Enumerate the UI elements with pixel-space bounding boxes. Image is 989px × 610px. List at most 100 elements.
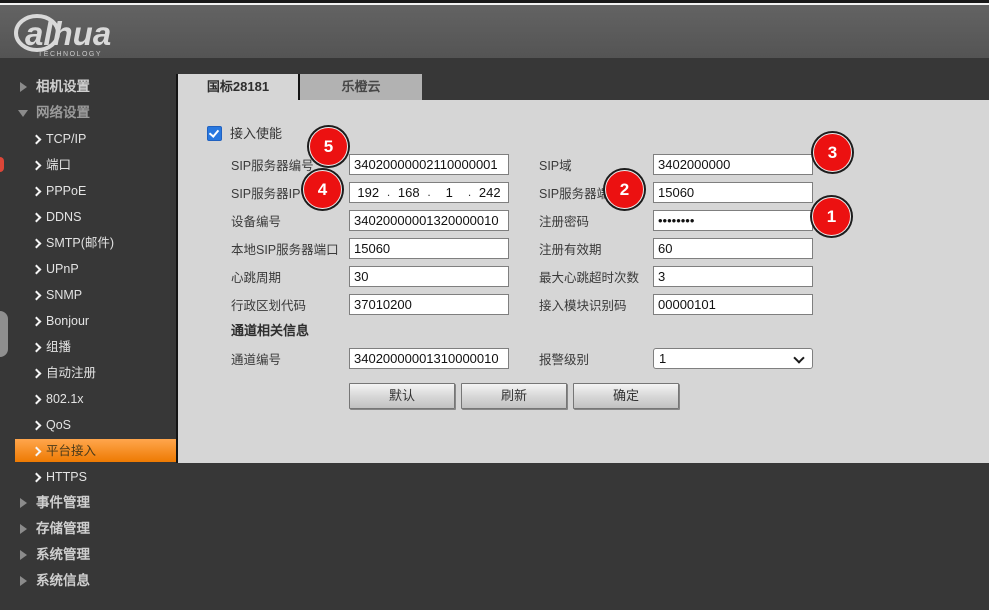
triangle-right-icon: [20, 498, 27, 508]
enable-checkbox[interactable]: [207, 126, 222, 141]
enable-label: 接入使能: [230, 126, 282, 141]
sidebar-item-bonjour[interactable]: Bonjour: [0, 308, 176, 334]
triangle-right-icon: [20, 82, 27, 92]
sip-domain-input[interactable]: [653, 154, 813, 175]
channel-row-grid: 通道编号 报警级别 1: [231, 344, 813, 372]
sidebar-group-label: 系统信息: [36, 568, 90, 594]
chevron-right-icon: [32, 291, 42, 301]
sidebar-group-label: 事件管理: [36, 490, 90, 516]
confirm-button[interactable]: 确定: [573, 383, 679, 409]
device-id-input[interactable]: [349, 210, 509, 231]
sip-server-ip-input[interactable]: 192 . 168 . 1 . 242: [349, 182, 509, 203]
default-button[interactable]: 默认: [349, 383, 455, 409]
annotation-circle-2: 2: [605, 170, 644, 209]
sidebar-group-event[interactable]: 事件管理: [0, 490, 176, 516]
field-label-device-id: 设备编号: [231, 211, 349, 230]
triangle-right-icon: [20, 550, 27, 560]
sidebar-item-label: 平台接入: [46, 438, 96, 464]
sidebar-group-sysinfo[interactable]: 系统信息: [0, 568, 176, 594]
annotation-circle-1: 1: [812, 197, 851, 236]
sidebar-group-network[interactable]: 网络设置: [0, 100, 176, 126]
sidebar-group-label: 网络设置: [36, 100, 90, 126]
ip-octet-2[interactable]: 168: [391, 185, 428, 200]
chevron-right-icon: [32, 317, 42, 327]
register-password-input[interactable]: [653, 210, 813, 231]
sidebar-item-label: SMTP(邮件): [46, 230, 114, 256]
ip-octet-4[interactable]: 242: [472, 185, 509, 200]
chevron-right-icon: [32, 265, 42, 275]
sidebar-item-port[interactable]: 端口: [0, 152, 176, 178]
dahua-config-page: alhua TECHNOLOGY 相机设置 网络设置 TCP/IP 端口 PPP…: [0, 0, 989, 610]
chevron-right-icon: [32, 473, 42, 483]
annotation-circle-5: 5: [309, 127, 348, 166]
chevron-down-icon: [793, 352, 804, 363]
header-bar: alhua TECHNOLOGY: [0, 5, 989, 58]
sidebar-item-https[interactable]: HTTPS: [0, 464, 176, 490]
chevron-right-icon: [32, 213, 42, 223]
sidebar-group-label: 系统管理: [36, 542, 90, 568]
logo-sub-text: TECHNOLOGY: [38, 51, 102, 58]
sidebar-item-autoregister[interactable]: 自动注册: [0, 360, 176, 386]
triangle-right-icon: [20, 524, 27, 534]
chevron-right-icon: [32, 395, 42, 405]
sidebar-item-label: UPnP: [46, 256, 79, 282]
logo-brand-text: alhua: [25, 15, 111, 52]
dahua-logo: alhua TECHNOLOGY: [12, 11, 172, 64]
sidebar-item-label: PPPoE: [46, 178, 86, 204]
refresh-button[interactable]: 刷新: [461, 383, 567, 409]
chevron-right-icon: [32, 369, 42, 379]
ip-octet-1[interactable]: 192: [350, 185, 387, 200]
field-label-heartbeat-period: 心跳周期: [231, 267, 349, 286]
sidebar-item-upnp[interactable]: UPnP: [0, 256, 176, 282]
local-sip-port-input[interactable]: [349, 238, 509, 259]
sidebar-item-pppoe[interactable]: PPPoE: [0, 178, 176, 204]
access-module-id-input[interactable]: [653, 294, 813, 315]
sidebar-group-label: 相机设置: [36, 74, 90, 100]
sidebar-item-label: 组播: [46, 334, 71, 360]
tab-lechange[interactable]: 乐橙云: [298, 74, 422, 100]
sidebar-item-ddns[interactable]: DDNS: [0, 204, 176, 230]
sidebar-group-system[interactable]: 系统管理: [0, 542, 176, 568]
field-label-max-heartbeat-timeout: 最大心跳超时次数: [539, 267, 653, 286]
max-heartbeat-timeout-input[interactable]: [653, 266, 813, 287]
sidebar-item-qos[interactable]: QoS: [0, 412, 176, 438]
sidebar-item-label: TCP/IP: [46, 126, 86, 152]
sidebar-menu: 相机设置 网络设置 TCP/IP 端口 PPPoE DDNS SMTP(邮件): [0, 74, 176, 594]
ip-octet-3[interactable]: 1: [431, 185, 468, 200]
alarm-level-value: 1: [659, 351, 666, 366]
field-label-admin-region-code: 行政区划代码: [231, 295, 349, 314]
sip-server-id-input[interactable]: [349, 154, 509, 175]
chevron-right-icon: [32, 161, 42, 171]
sidebar-item-label: DDNS: [46, 204, 81, 230]
chevron-right-icon: [32, 343, 42, 353]
sidebar-item-tcpip[interactable]: TCP/IP: [0, 126, 176, 152]
sidebar-item-smtp[interactable]: SMTP(邮件): [0, 230, 176, 256]
heartbeat-period-input[interactable]: [349, 266, 509, 287]
sidebar-item-label: 自动注册: [46, 360, 96, 386]
sidebar-item-label: 端口: [46, 152, 71, 178]
button-row: 默认 刷新 确定: [349, 383, 679, 409]
annotation-circle-4: 4: [303, 170, 342, 209]
sidebar-item-platform-access[interactable]: 平台接入: [0, 438, 176, 464]
field-label-channel-id: 通道编号: [231, 349, 349, 368]
annotation-circle-3: 3: [813, 133, 852, 172]
sidebar-group-camera[interactable]: 相机设置: [0, 74, 176, 100]
field-label-local-sip-port: 本地SIP服务器端口: [231, 239, 349, 258]
field-label-register-validity: 注册有效期: [539, 239, 653, 258]
triangle-right-icon: [20, 576, 27, 586]
channel-id-input[interactable]: [349, 348, 509, 369]
sidebar-item-snmp[interactable]: SNMP: [0, 282, 176, 308]
sip-server-port-input[interactable]: [653, 182, 813, 203]
alarm-level-select[interactable]: 1: [653, 348, 813, 369]
sidebar-item-multicast[interactable]: 组播: [0, 334, 176, 360]
content-panel: 接入使能 SIP服务器编号 SIP域 SIP服务器IP 192 . 168 . …: [176, 100, 989, 463]
admin-region-code-input[interactable]: [349, 294, 509, 315]
sidebar-item-label: SNMP: [46, 282, 82, 308]
sidebar-item-8021x[interactable]: 802.1x: [0, 386, 176, 412]
register-validity-input[interactable]: [653, 238, 813, 259]
tab-gb28181[interactable]: 国标28181: [176, 74, 298, 100]
chevron-right-icon: [32, 421, 42, 431]
field-label-alarm-level: 报警级别: [539, 349, 653, 368]
sidebar-group-storage[interactable]: 存储管理: [0, 516, 176, 542]
chevron-right-icon: [32, 187, 42, 197]
